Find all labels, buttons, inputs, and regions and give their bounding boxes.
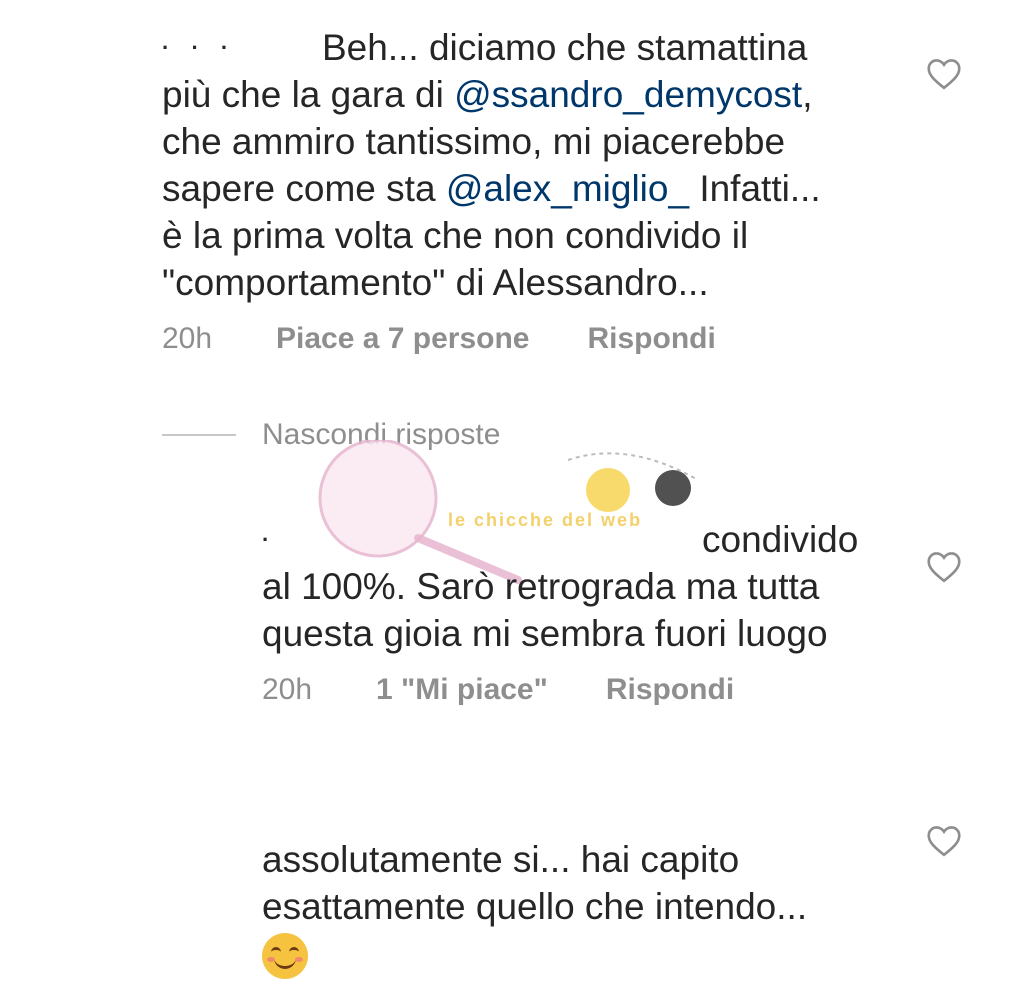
heart-icon[interactable] — [926, 58, 962, 90]
comment-2-meta: 20h 1 "Mi piace" Rispondi — [262, 673, 902, 707]
comment-1-line-4: sapere come sta — [162, 168, 446, 209]
comment-1-line-6: "comportamento" di Alessandro... — [162, 262, 709, 303]
comment-time: 20h — [162, 322, 213, 355]
comment-1-username[interactable]: · · · — [162, 24, 322, 71]
comment-3-line-2: esattamente quello che intendo... — [262, 886, 808, 927]
comment-2-line-1: condivido — [702, 519, 859, 560]
comment-2-line-2: al 100%. Sarò retrograda ma tutta — [262, 566, 820, 607]
mention-link[interactable]: @ssandro_demycost — [454, 74, 802, 115]
comment-time: 20h — [262, 673, 313, 706]
comment-1-line-4-end: Infatti... — [689, 168, 821, 209]
comment-2-text: · condivido al 100%. Sarò retrograda ma t… — [262, 516, 902, 657]
reply-button[interactable]: Rispondi — [587, 322, 715, 356]
divider-line — [162, 434, 236, 436]
likes-count[interactable]: Piace a 7 persone — [276, 322, 529, 356]
smiling-face-emoji-icon — [262, 933, 308, 980]
comment-3: assolutamente si... hai capito esattamen… — [262, 836, 902, 980]
comment-1-meta: 20h Piace a 7 persone Rispondi — [162, 322, 902, 356]
comment-1-text: · · · Beh... diciamo che stamattina più c… — [162, 24, 902, 306]
comment-2-username[interactable]: · — [262, 516, 702, 563]
comment-1-line-2: più che la gara di — [162, 74, 455, 115]
hide-replies-toggle[interactable]: Nascondi risposte — [162, 418, 500, 452]
comment-1-line-1: Beh... diciamo che stamattina — [322, 27, 808, 68]
likes-count[interactable]: 1 "Mi piace" — [376, 673, 548, 707]
heart-icon[interactable] — [926, 825, 962, 857]
comment-2: · condivido al 100%. Sarò retrograda ma t… — [262, 516, 902, 707]
hide-replies-label[interactable]: Nascondi risposte — [262, 418, 500, 452]
comment-3-line-1: assolutamente si... hai capito — [262, 839, 740, 880]
comment-1-line-5: è la prima volta che non condivido il — [162, 215, 749, 256]
mention-link[interactable]: @alex_miglio_ — [446, 168, 689, 209]
comment-3-text: assolutamente si... hai capito esattamen… — [262, 836, 902, 980]
comma: , — [802, 74, 813, 115]
reply-button[interactable]: Rispondi — [606, 673, 734, 707]
comment-1-line-3: che ammiro tantissimo, mi piacerebbe — [162, 121, 786, 162]
comment-1: · · · Beh... diciamo che stamattina più c… — [162, 24, 902, 356]
comment-2-line-3: questa gioia mi sembra fuori luogo — [262, 613, 828, 654]
heart-icon[interactable] — [926, 551, 962, 583]
